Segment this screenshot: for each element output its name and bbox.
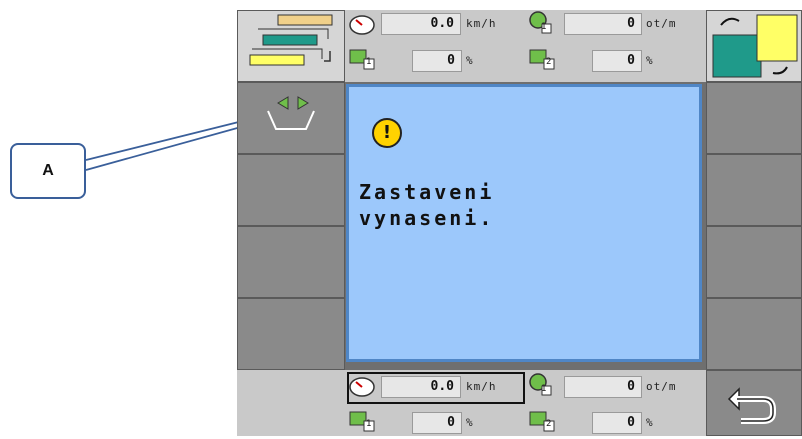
config-left-button[interactable] <box>237 10 345 82</box>
bottom-rpm-unit: ot/m <box>646 380 677 393</box>
top-rpm-value: 0 <box>564 13 642 35</box>
speedometer-icon <box>349 15 375 35</box>
top-rpm-index: 1 <box>541 22 548 32</box>
top-pct2-value: 0 <box>592 50 642 72</box>
bottom-speed-unit: km/h <box>466 380 497 393</box>
panel-switch-icon <box>712 14 798 78</box>
top-speed-unit: km/h <box>466 17 497 30</box>
top-speed-value: 0.0 <box>381 13 461 35</box>
back-arrow-icon <box>727 387 776 424</box>
bottom-motor2-index: 2 <box>546 419 553 429</box>
bottom-rpm-index: 1 <box>541 384 548 394</box>
rpm-sensor-icon <box>529 11 552 34</box>
right-button-4[interactable] <box>706 298 802 370</box>
config-right-button[interactable] <box>706 10 802 82</box>
bottom-pct2-unit: % <box>646 416 654 429</box>
bottom-pct1-value: 0 <box>412 412 462 434</box>
back-button[interactable] <box>706 370 802 436</box>
top-motor2-index: 2 <box>546 57 553 67</box>
unloading-icon <box>267 96 315 130</box>
speedometer-icon-bottom <box>349 377 375 397</box>
right-button-3[interactable] <box>706 226 802 298</box>
right-button-2[interactable] <box>706 154 802 226</box>
layout-config-icon <box>249 14 333 66</box>
bottom-motor1-index: 1 <box>366 419 373 429</box>
left-button-4[interactable] <box>237 298 345 370</box>
top-rpm-unit: ot/m <box>646 17 677 30</box>
left-button-3[interactable] <box>237 226 345 298</box>
rpm-sensor-icon-bottom <box>529 373 552 396</box>
alarm-dialog: ! Zastaveni vynaseni. <box>346 84 702 362</box>
bottom-pct2-value: 0 <box>592 412 642 434</box>
top-motor1-index: 1 <box>366 57 373 67</box>
top-pct2-unit: % <box>646 54 654 67</box>
bottom-rpm-value: 0 <box>564 376 642 398</box>
right-button-1[interactable] <box>706 82 802 154</box>
unloading-button[interactable] <box>237 82 345 154</box>
bottom-pct1-unit: % <box>466 416 474 429</box>
alarm-message: Zastaveni vynaseni. <box>359 180 495 230</box>
top-pct1-value: 0 <box>412 50 462 72</box>
bottom-speed-value: 0.0 <box>381 376 461 398</box>
warning-icon: ! <box>372 118 402 148</box>
left-button-2[interactable] <box>237 154 345 226</box>
top-pct1-unit: % <box>466 54 474 67</box>
